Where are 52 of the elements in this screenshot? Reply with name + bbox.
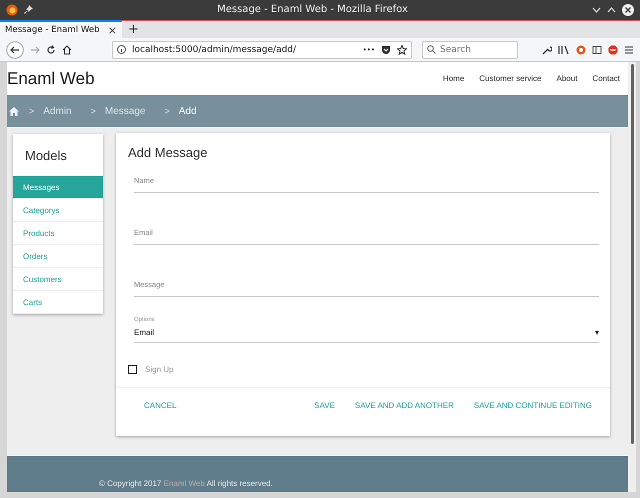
- sidebar-item[interactable]: Orders: [13, 245, 103, 268]
- pocket-icon[interactable]: [381, 44, 391, 55]
- browser-logo-icon: [6, 4, 18, 16]
- checkbox-label: Sign Up: [145, 365, 174, 374]
- search-field[interactable]: Search: [422, 40, 518, 59]
- pin-icon[interactable]: [24, 5, 33, 14]
- footer-link[interactable]: Enaml Web: [164, 479, 205, 488]
- info-icon[interactable]: [117, 45, 126, 54]
- breadcrumb-link[interactable]: Message: [104, 106, 146, 116]
- back-icon[interactable]: [6, 40, 24, 59]
- action-button[interactable]: SAVE AND CONTINUE EDITING: [464, 395, 602, 416]
- nav-link[interactable]: About: [556, 74, 578, 83]
- breadcrumb-separator: >: [164, 106, 170, 116]
- action-button[interactable]: CANCEL: [134, 395, 186, 416]
- new-tab-button[interactable]: +: [122, 20, 145, 38]
- sidebar-item[interactable]: Categorys: [13, 199, 103, 222]
- library-icon[interactable]: [558, 44, 570, 55]
- close-icon[interactable]: [622, 4, 634, 16]
- sidebar-item[interactable]: Messages: [13, 176, 103, 199]
- breadcrumb-separator: >: [29, 106, 34, 116]
- star-icon[interactable]: [397, 44, 407, 55]
- maximize-icon[interactable]: [607, 6, 616, 13]
- nav-link[interactable]: Contact: [592, 74, 620, 83]
- breadcrumb-link[interactable]: Add: [178, 106, 197, 116]
- copyright-text: © Copyright 2017 Enaml Web All rights reserved.: [99, 479, 273, 488]
- checkbox[interactable]: [128, 365, 137, 374]
- action-button[interactable]: SAVE AND ADD ANOTHER: [344, 395, 464, 416]
- adblock-icon[interactable]: [608, 44, 618, 55]
- search-icon: [427, 44, 436, 54]
- nav-link[interactable]: Home: [442, 74, 464, 83]
- breadcrumb-link[interactable]: Admin: [43, 106, 72, 116]
- sidebar-icon[interactable]: [592, 44, 602, 55]
- extension-icon[interactable]: [576, 44, 586, 55]
- form-title: Add Message: [127, 144, 208, 160]
- home-icon[interactable]: [62, 44, 72, 55]
- menu-icon[interactable]: [624, 44, 634, 55]
- sidebar-item[interactable]: Customers: [13, 268, 103, 291]
- options-dropdown[interactable]: Email ▾: [134, 323, 599, 343]
- reload-icon[interactable]: [46, 44, 56, 55]
- window-title: Message - Enaml Web - Mozilla Firefox: [216, 4, 409, 16]
- minimize-icon[interactable]: [592, 6, 601, 13]
- scrollbar[interactable]: [628, 62, 636, 492]
- nav-link[interactable]: Customer service: [479, 74, 542, 83]
- wrench-icon[interactable]: [542, 44, 552, 55]
- breadcrumb-separator: >: [90, 106, 96, 116]
- site-brand[interactable]: Enaml Web: [7, 68, 428, 88]
- sidebar-item[interactable]: Carts: [13, 291, 103, 314]
- browser-tab[interactable]: Message - Enaml Web ×: [0, 20, 122, 38]
- sidebar-item[interactable]: Products: [13, 222, 103, 245]
- sidebar-title: Models: [24, 146, 68, 164]
- action-button[interactable]: SAVE: [304, 395, 345, 416]
- close-tab-button[interactable]: ×: [108, 24, 117, 37]
